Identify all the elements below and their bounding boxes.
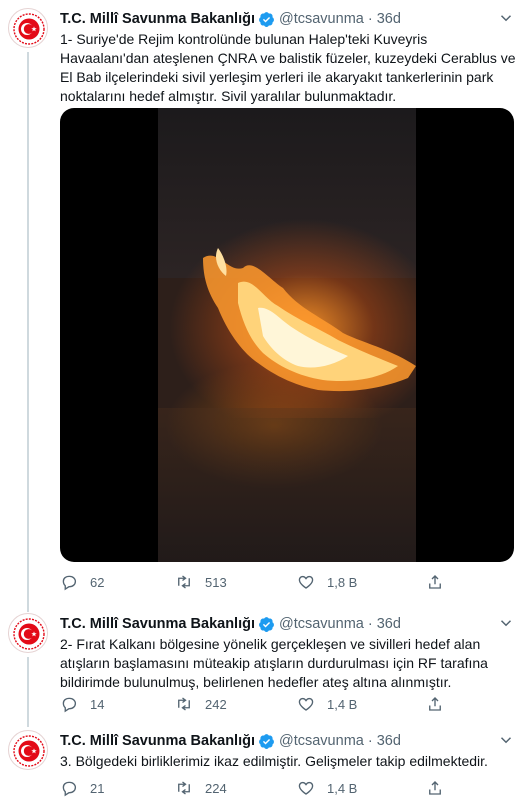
like-icon [298, 575, 314, 589]
author-handle[interactable]: @tcsavunma [279, 11, 364, 27]
avatar[interactable] [8, 730, 48, 770]
share-button[interactable] [426, 778, 444, 798]
fire-image [203, 248, 416, 392]
separator-dot: · [367, 11, 373, 27]
more-options-icon[interactable] [497, 614, 515, 632]
tweet-actions: 21 224 1,4 B [60, 778, 460, 798]
msb-emblem-icon [13, 618, 45, 650]
msb-emblem-icon [13, 735, 45, 767]
thread-line [27, 657, 29, 727]
separator-dot: · [367, 733, 373, 749]
like-button[interactable]: 1,4 B [297, 694, 357, 714]
like-count: 1,8 B [327, 574, 358, 590]
retweet-count: 513 [205, 574, 227, 590]
tweet-text: 1- Suriye'de Rejim kontrolünde bulunan H… [60, 31, 516, 104]
verified-badge-icon [258, 616, 275, 633]
tweet-text: 2- Fırat Kalkanı bölgesine yönelik gerçe… [60, 636, 488, 690]
video-frame [158, 108, 416, 562]
share-button[interactable] [426, 572, 444, 592]
share-icon [429, 697, 441, 711]
like-button[interactable]: 1,8 B [297, 572, 357, 592]
verified-badge-icon [258, 11, 275, 28]
thread-line [27, 52, 29, 612]
tweet-1[interactable]: T.C. Millî Savunma Bakanlığı @tcsavunma … [0, 0, 529, 612]
author-handle[interactable]: @tcsavunma [279, 733, 364, 749]
reply-count: 62 [90, 574, 105, 590]
verified-badge-icon [258, 733, 275, 750]
avatar[interactable] [8, 613, 48, 653]
reply-count: 21 [90, 780, 105, 796]
retweet-count: 224 [205, 780, 227, 796]
tweet-header: T.C. Millî Savunma Bakanlığı @tcsavunma … [60, 732, 401, 750]
timestamp[interactable]: 36d [377, 11, 401, 27]
tweet-video[interactable] [60, 108, 514, 562]
more-options-icon[interactable] [497, 9, 515, 27]
like-count: 1,4 B [327, 696, 358, 712]
like-button[interactable]: 1,4 B [297, 778, 357, 798]
tweet-header: T.C. Millî Savunma Bakanlığı @tcsavunma … [60, 10, 401, 28]
retweet-icon [178, 781, 190, 795]
msb-emblem-icon [13, 13, 45, 45]
author-name[interactable]: T.C. Millî Savunma Bakanlığı [60, 733, 255, 749]
reply-button[interactable]: 21 [60, 778, 104, 798]
reply-button[interactable]: 14 [60, 694, 104, 714]
share-button[interactable] [426, 694, 444, 714]
tweet-header: T.C. Millî Savunma Bakanlığı @tcsavunma … [60, 615, 401, 633]
share-icon [429, 575, 441, 589]
author-name[interactable]: T.C. Millî Savunma Bakanlığı [60, 616, 255, 632]
avatar[interactable] [8, 8, 48, 48]
author-handle[interactable]: @tcsavunma [279, 616, 364, 632]
like-icon [298, 781, 314, 795]
reply-icon [62, 781, 77, 797]
tweet-text: 3. Bölgedeki birliklerimiz ikaz edilmişt… [60, 753, 488, 769]
author-name[interactable]: T.C. Millî Savunma Bakanlığı [60, 11, 255, 27]
reply-count: 14 [90, 696, 105, 712]
more-options-icon[interactable] [497, 731, 515, 749]
reply-button[interactable]: 62 [60, 572, 104, 592]
timestamp[interactable]: 36d [377, 616, 401, 632]
retweet-icon [178, 697, 190, 711]
like-icon [298, 697, 314, 711]
retweet-count: 242 [205, 696, 227, 712]
tweet-3[interactable]: T.C. Millî Savunma Bakanlığı @tcsavunma … [0, 722, 529, 809]
tweet-actions: 62 513 1,8 B [60, 572, 460, 592]
retweet-button[interactable]: 513 [175, 572, 227, 592]
separator-dot: · [367, 616, 373, 632]
reply-icon [62, 575, 77, 591]
timestamp[interactable]: 36d [377, 733, 401, 749]
like-count: 1,4 B [327, 780, 358, 796]
tweet-2[interactable]: T.C. Millî Savunma Bakanlığı @tcsavunma … [0, 605, 529, 727]
retweet-icon [178, 575, 190, 589]
reply-icon [62, 697, 77, 713]
tweet-actions: 14 242 1,4 B [60, 694, 460, 714]
retweet-button[interactable]: 242 [175, 694, 227, 714]
retweet-button[interactable]: 224 [175, 778, 227, 798]
share-icon [429, 781, 441, 795]
